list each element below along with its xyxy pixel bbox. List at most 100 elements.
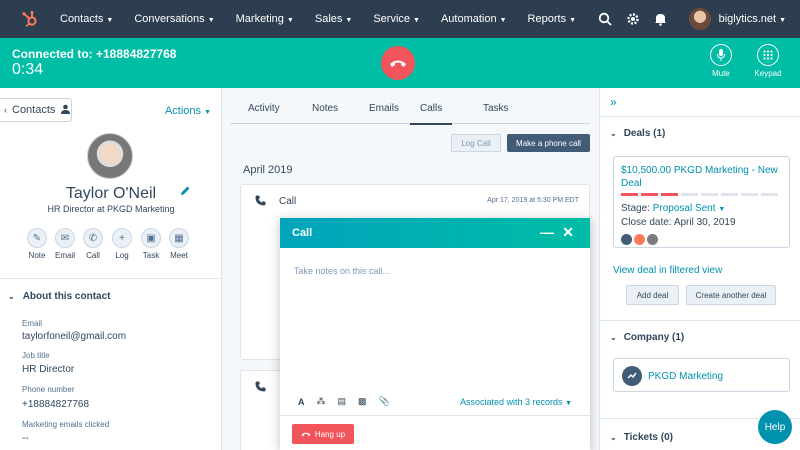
gear-icon[interactable]: [619, 0, 647, 38]
close-icon[interactable]: ✕: [562, 224, 574, 241]
call-notes-input[interactable]: Take notes on this call...: [294, 266, 390, 276]
chevron-down-icon: ▼: [106, 17, 114, 24]
minimize-icon[interactable]: —: [540, 224, 554, 240]
deal-close-date: Close date: April 30, 2019: [621, 217, 736, 228]
keypad-button[interactable]: Keypad: [748, 44, 788, 78]
nav-right-group: biglytics.net ▼: [591, 0, 800, 38]
chevron-down-icon: ▼: [499, 17, 507, 24]
attachment-icon[interactable]: 📎: [379, 396, 390, 407]
add-deal-button[interactable]: Add deal: [626, 285, 679, 305]
quick-action-label: Task: [142, 251, 160, 260]
associated-records-dropdown[interactable]: Associated with 3 records ▼: [460, 397, 572, 407]
field-value-marketing-emails-clicked[interactable]: --: [22, 433, 29, 444]
company-card: PKGD Marketing: [613, 358, 790, 392]
quick-action-call[interactable]: ✆ Call: [78, 228, 108, 260]
associations-sidebar: » ⌄ Deals (1) $10,500.00 PKGD Marketing -…: [599, 88, 800, 450]
chevron-down-icon: ⌄: [610, 333, 617, 342]
chevron-down-icon: ▼: [345, 17, 353, 24]
actions-dropdown[interactable]: Actions ▼: [165, 105, 211, 117]
quick-action-email[interactable]: ✉ Email: [50, 228, 80, 260]
quick-action-note[interactable]: ✎ Note: [22, 228, 52, 260]
quick-action-label: Meet: [170, 251, 188, 260]
call-notes-modal: Call — ✕ Take notes on this call... A ⁂ …: [280, 218, 590, 450]
double-chevron-right-icon[interactable]: »: [610, 95, 617, 109]
back-to-contacts-button[interactable]: ‹ Contacts: [0, 98, 72, 122]
quick-action-log[interactable]: + Log: [107, 228, 137, 260]
field-label-job-title: Job title: [22, 351, 50, 360]
chevron-down-icon: ▼: [779, 17, 786, 24]
personalize-icon[interactable]: ⁂: [317, 396, 326, 407]
contact-job-title: HR Director at PKGD Marketing: [47, 204, 175, 214]
phone-icon: ✆: [83, 228, 103, 248]
deal-name-link[interactable]: $10,500.00 PKGD Marketing - New Deal: [621, 164, 781, 190]
task-icon: ▣: [141, 228, 161, 248]
company-name-link[interactable]: PKGD Marketing: [648, 371, 723, 382]
account-menu[interactable]: biglytics.net ▼: [719, 13, 786, 25]
envelope-icon: ✉: [55, 228, 75, 248]
account-avatar[interactable]: [688, 8, 711, 30]
make-phone-call-button[interactable]: Make a phone call: [507, 134, 590, 152]
chevron-down-icon: ⌄: [8, 292, 15, 301]
chevron-down-icon: ▼: [207, 17, 215, 24]
chevron-down-icon: ⌄: [610, 129, 617, 138]
create-another-deal-button[interactable]: Create another deal: [686, 285, 776, 305]
person-icon: [61, 104, 71, 117]
nav-conversations[interactable]: Conversations ▼: [134, 13, 214, 25]
deals-section-toggle[interactable]: ⌄ Deals (1): [610, 128, 665, 139]
chevron-down-icon: ▼: [569, 17, 577, 24]
timeline-month-heading: April 2019: [243, 164, 293, 176]
tab-calls[interactable]: Calls: [410, 103, 453, 125]
field-value-phone[interactable]: +18884827768: [22, 399, 89, 410]
tab-tasks[interactable]: Tasks: [483, 103, 509, 114]
keypad-icon: [757, 44, 779, 66]
avatar: [647, 234, 658, 245]
timeline-tabs: Activity Notes Emails Calls Tasks: [230, 88, 590, 125]
field-value-job-title[interactable]: HR Director: [22, 364, 74, 375]
nav-service[interactable]: Service ▼: [373, 13, 420, 25]
keypad-label: Keypad: [754, 69, 782, 78]
nav-automation[interactable]: Automation ▼: [441, 13, 507, 25]
tickets-section-toggle[interactable]: ⌄ Tickets (0): [610, 432, 673, 443]
hubspot-logo-icon[interactable]: [0, 0, 60, 38]
phone-icon: [255, 195, 266, 209]
tab-notes[interactable]: Notes: [312, 103, 338, 114]
nav-contacts[interactable]: Contacts ▼: [60, 13, 113, 25]
quick-action-label: Log: [115, 251, 129, 260]
modal-header: Call — ✕: [280, 218, 590, 248]
about-contact-section-toggle[interactable]: ⌄ About this contact: [8, 291, 110, 302]
image-icon[interactable]: ▩: [358, 396, 367, 407]
tab-emails[interactable]: Emails: [369, 103, 399, 114]
nav-sales[interactable]: Sales ▼: [315, 13, 352, 25]
chevron-down-icon: ▼: [204, 109, 211, 116]
phone-hangup-icon: [301, 432, 311, 437]
contact-avatar: [87, 133, 133, 179]
call-connected-text: Connected to: +18884827768: [12, 47, 177, 61]
active-call-bar: Connected to: +18884827768 0:34 Mute Key…: [0, 38, 800, 88]
hang-up-button[interactable]: Hang up: [292, 424, 354, 444]
view-deal-filtered-link[interactable]: View deal in filtered view: [613, 265, 722, 276]
divider: [600, 320, 800, 321]
modal-title: Call: [292, 227, 313, 239]
call-timer: 0:34: [12, 61, 44, 78]
nav-marketing[interactable]: Marketing ▼: [236, 13, 294, 25]
company-logo-icon: [622, 366, 642, 386]
mute-button[interactable]: Mute: [701, 44, 741, 78]
field-value-email[interactable]: taylorfoneil@gmail.com: [22, 331, 126, 342]
deal-stage-dropdown[interactable]: Proposal Sent: [653, 203, 716, 214]
help-button[interactable]: Help: [758, 410, 792, 444]
nav-reports[interactable]: Reports ▼: [528, 13, 576, 25]
pencil-edit-icon[interactable]: [180, 185, 191, 199]
snippet-icon[interactable]: ▤: [338, 396, 347, 407]
chevron-down-icon: ▼: [718, 206, 726, 213]
bell-icon[interactable]: [647, 0, 675, 38]
call-card-title: Call: [279, 196, 297, 207]
text-format-icon[interactable]: A: [298, 397, 305, 407]
quick-action-task[interactable]: ▣ Task: [136, 228, 166, 260]
log-call-button[interactable]: Log Call: [451, 134, 501, 152]
search-icon[interactable]: [591, 0, 619, 38]
company-section-toggle[interactable]: ⌄ Company (1): [610, 332, 684, 343]
quick-action-meet[interactable]: ▦ Meet: [164, 228, 194, 260]
field-label-marketing-emails-clicked: Marketing emails clicked: [22, 420, 110, 429]
end-call-button[interactable]: [381, 46, 415, 80]
tab-activity[interactable]: Activity: [248, 103, 280, 114]
